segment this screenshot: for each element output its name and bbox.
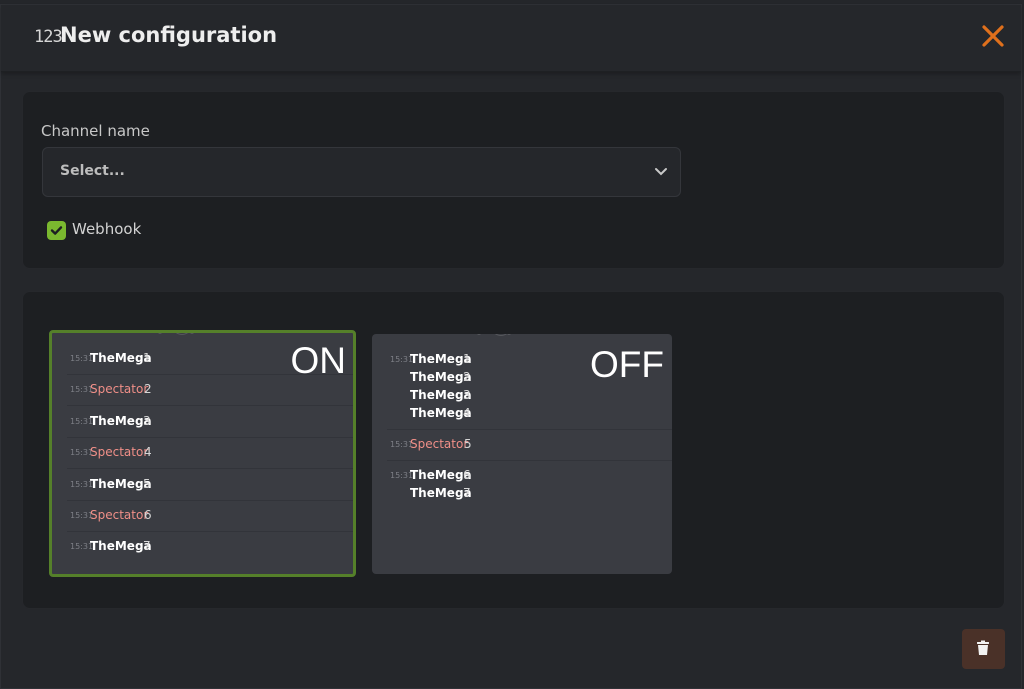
username: Spectator xyxy=(90,445,149,460)
message-text: 6 xyxy=(144,508,152,522)
preview-on-card[interactable]: ON 15:31 TheMega 1 15:31 Spectator 2 15:31 TheM… xyxy=(49,330,356,577)
chat-message: 15:31 TheMega 1 xyxy=(67,343,353,375)
preview-panel: ON 15:31 TheMega 1 15:31 Spectator 2 15:31 TheM… xyxy=(22,291,1005,609)
chat-message-group: 15:31 TheMega 6 TheMega 7 xyxy=(387,460,672,509)
channel-name-select[interactable]: Select... xyxy=(42,147,681,197)
delete-button[interactable] xyxy=(962,629,1005,669)
message-text: 4 xyxy=(463,406,471,420)
settings-panel: Channel name Select... Webhook xyxy=(22,91,1005,269)
username: Spectator xyxy=(410,437,469,451)
numbers-icon: 123 xyxy=(34,27,63,47)
close-icon xyxy=(982,25,1004,47)
message-text: 5 xyxy=(464,437,472,451)
webhook-checkbox[interactable] xyxy=(47,221,66,240)
webhook-label[interactable]: Webhook xyxy=(72,220,141,238)
message-text: 2 xyxy=(463,370,471,384)
channel-name-label: Channel name xyxy=(41,122,150,140)
modal-title: New configuration xyxy=(60,23,278,47)
message-text: 1 xyxy=(143,351,151,365)
chat-message: 15:31 Spectator 4 xyxy=(67,437,353,470)
chat-message: 15:31 TheMega 7 xyxy=(67,531,353,562)
decoration-icon xyxy=(477,334,511,336)
message-text: 3 xyxy=(143,413,151,428)
preview-off-card[interactable]: OFF 15:31 TheMega 1 TheMega 2 TheMega 3 TheMega… xyxy=(372,334,672,574)
chat-message-group: 15:31 TheMega 1 TheMega 2 TheMega 3 TheMega 4 xyxy=(387,344,672,430)
chat-message: 15:31 Spectator 6 xyxy=(67,500,353,532)
message-text: 3 xyxy=(463,388,471,402)
message-text: 7 xyxy=(463,486,471,500)
chevron-down-icon xyxy=(655,168,667,176)
chat-message: 15:31 Spectator 2 xyxy=(67,374,353,407)
username: Spectator xyxy=(90,382,149,397)
configuration-modal: 123 New configuration Channel name Selec… xyxy=(0,4,1022,689)
chat-message: 15:31 TheMega 5 xyxy=(67,469,353,501)
decoration-icon xyxy=(158,333,194,335)
message-text: 5 xyxy=(143,476,151,491)
modal-header: 123 New configuration xyxy=(1,5,1021,72)
trash-icon xyxy=(977,640,989,655)
message-text: 2 xyxy=(144,382,152,397)
message-text: 6 xyxy=(463,468,471,482)
message-text: 1 xyxy=(463,352,471,366)
username: Spectator xyxy=(90,508,149,522)
chat-message-group: 15:31 Spectator 5 xyxy=(387,429,672,461)
message-text: 4 xyxy=(144,445,152,460)
close-button[interactable] xyxy=(979,20,1007,50)
chat-message: 15:31 TheMega 3 xyxy=(67,406,353,438)
message-text: 7 xyxy=(143,539,151,554)
channel-select-value: Select... xyxy=(60,163,125,179)
check-icon xyxy=(50,226,63,235)
